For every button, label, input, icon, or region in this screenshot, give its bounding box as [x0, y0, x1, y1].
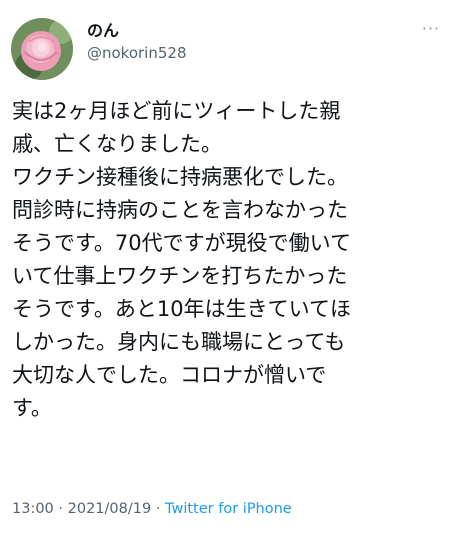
- tweet-line: 戚、亡くなりました。: [12, 132, 222, 156]
- tweet-line: 実は2ヶ月ほど前にツィートした親: [12, 99, 341, 123]
- tweet-line: しかった。身内にも職場にとっても: [12, 330, 346, 354]
- meta-separator: ·: [155, 501, 161, 517]
- display-name[interactable]: のん: [87, 21, 119, 41]
- avatar[interactable]: [11, 18, 73, 80]
- tweet-line: ワクチン接種後に持病悪化でした。: [12, 165, 348, 189]
- rose-avatar-icon: [11, 18, 73, 80]
- tweet-line: いて仕事上ワクチンを打ちたかった: [12, 264, 348, 288]
- tweet-line: そうです。70代ですが現役で働いて: [12, 231, 351, 255]
- tweet-line: そうです。あと10年は生きていてほ: [12, 297, 351, 321]
- more-horizontal-icon[interactable]: ···: [418, 20, 444, 38]
- tweet-card: のん @nokorin528 ··· 実は2ヶ月ほど前にツィートした親 戚、亡くな…: [0, 0, 456, 536]
- tweet-date[interactable]: 2021/08/19: [68, 501, 152, 517]
- meta-separator: ·: [58, 501, 64, 517]
- tweet-meta: 13:00 · 2021/08/19 · Twitter for iPhone: [12, 500, 292, 518]
- tweet-source-link[interactable]: Twitter for iPhone: [165, 501, 292, 517]
- tweet-line: 問診時に持病のことを言わなかった: [12, 198, 348, 222]
- tweet-time[interactable]: 13:00: [12, 501, 54, 517]
- user-handle[interactable]: @nokorin528: [87, 43, 187, 63]
- tweet-line: す。: [12, 396, 52, 420]
- tweet-text: 実は2ヶ月ほど前にツィートした親 戚、亡くなりました。ワクチン接種後に持病悪化でし…: [12, 95, 442, 425]
- tweet-line: 大切な人でした。コロナが憎いで: [12, 363, 327, 387]
